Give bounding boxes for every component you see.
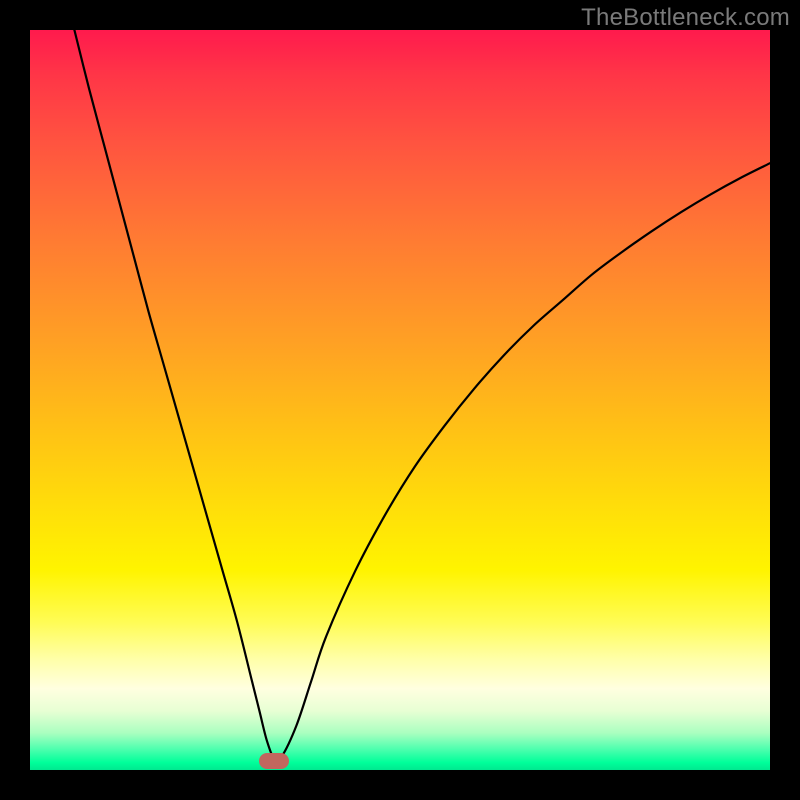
plot-area	[30, 30, 770, 770]
watermark-text: TheBottleneck.com	[581, 4, 790, 32]
bottleneck-curve	[30, 30, 770, 770]
chart-frame: TheBottleneck.com	[0, 0, 800, 800]
optimum-marker	[259, 753, 289, 769]
